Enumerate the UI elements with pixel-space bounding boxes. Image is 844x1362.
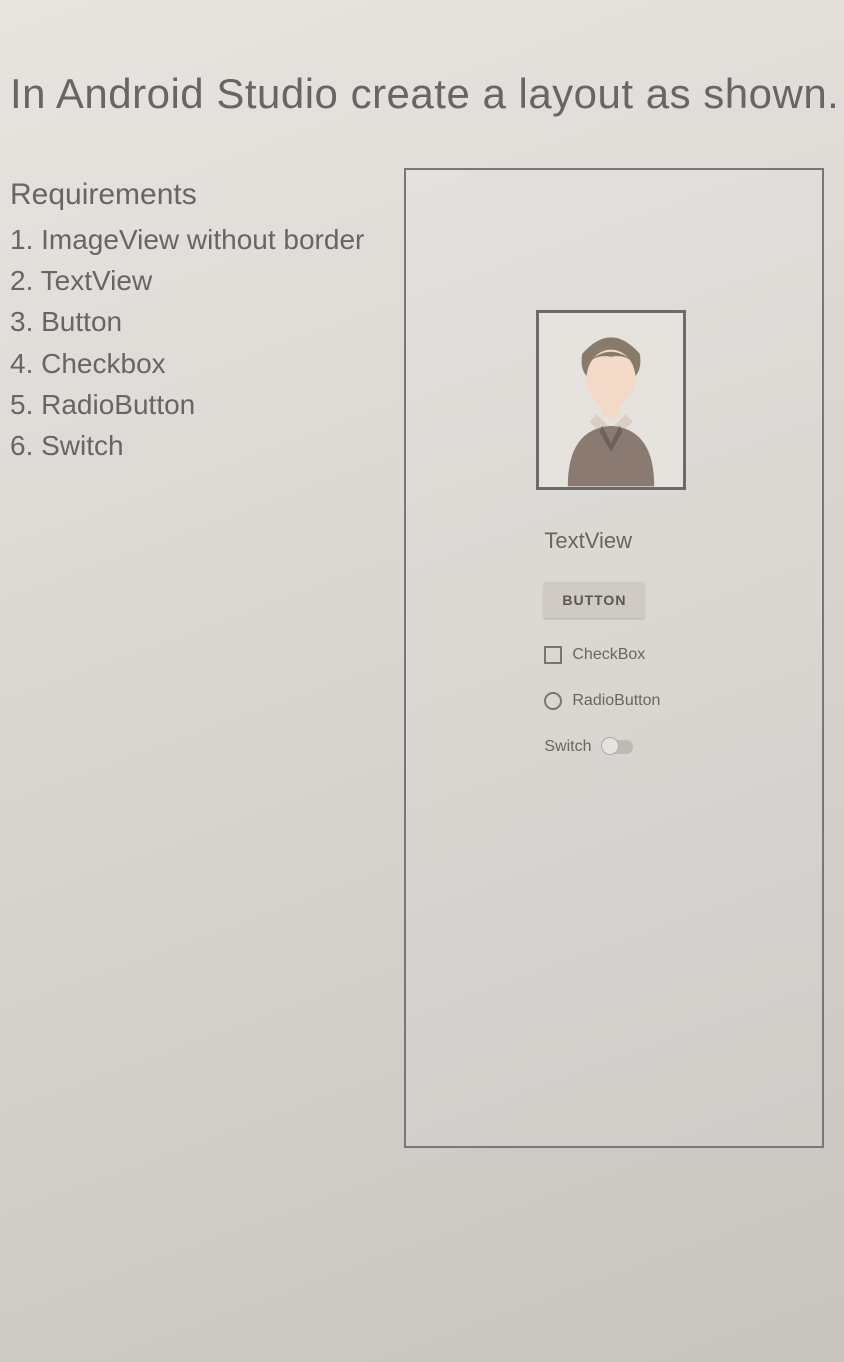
image-view — [536, 310, 686, 490]
requirements-heading: Requirements — [10, 178, 364, 212]
switch-track-icon — [603, 740, 633, 754]
page-title: In Android Studio create a layout as sho… — [10, 70, 844, 118]
checkbox[interactable]: CheckBox — [544, 646, 645, 664]
person-avatar-icon — [539, 313, 683, 487]
checkbox-box-icon — [544, 646, 562, 664]
list-item: 6. Switch — [10, 426, 364, 465]
radio-label: RadioButton — [572, 692, 660, 710]
requirements-list: 1. ImageView without border 2. TextView … — [10, 220, 364, 465]
text-view: TextView — [544, 528, 632, 554]
switch-thumb-icon — [601, 737, 619, 755]
switch[interactable]: Switch — [544, 738, 633, 756]
checkbox-label: CheckBox — [572, 646, 645, 664]
phone-preview-frame: TextView BUTTON CheckBox RadioButton Swi… — [404, 168, 824, 1148]
list-item: 1. ImageView without border — [10, 220, 364, 259]
list-item: 3. Button — [10, 302, 364, 341]
button[interactable]: BUTTON — [544, 582, 644, 618]
list-item: 5. RadioButton — [10, 385, 364, 424]
requirements-block: Requirements 1. ImageView without border… — [10, 178, 364, 467]
list-item: 2. TextView — [10, 261, 364, 300]
radio-circle-icon — [544, 692, 562, 710]
list-item: 4. Checkbox — [10, 344, 364, 383]
switch-label: Switch — [544, 738, 591, 756]
radio-button[interactable]: RadioButton — [544, 692, 660, 710]
